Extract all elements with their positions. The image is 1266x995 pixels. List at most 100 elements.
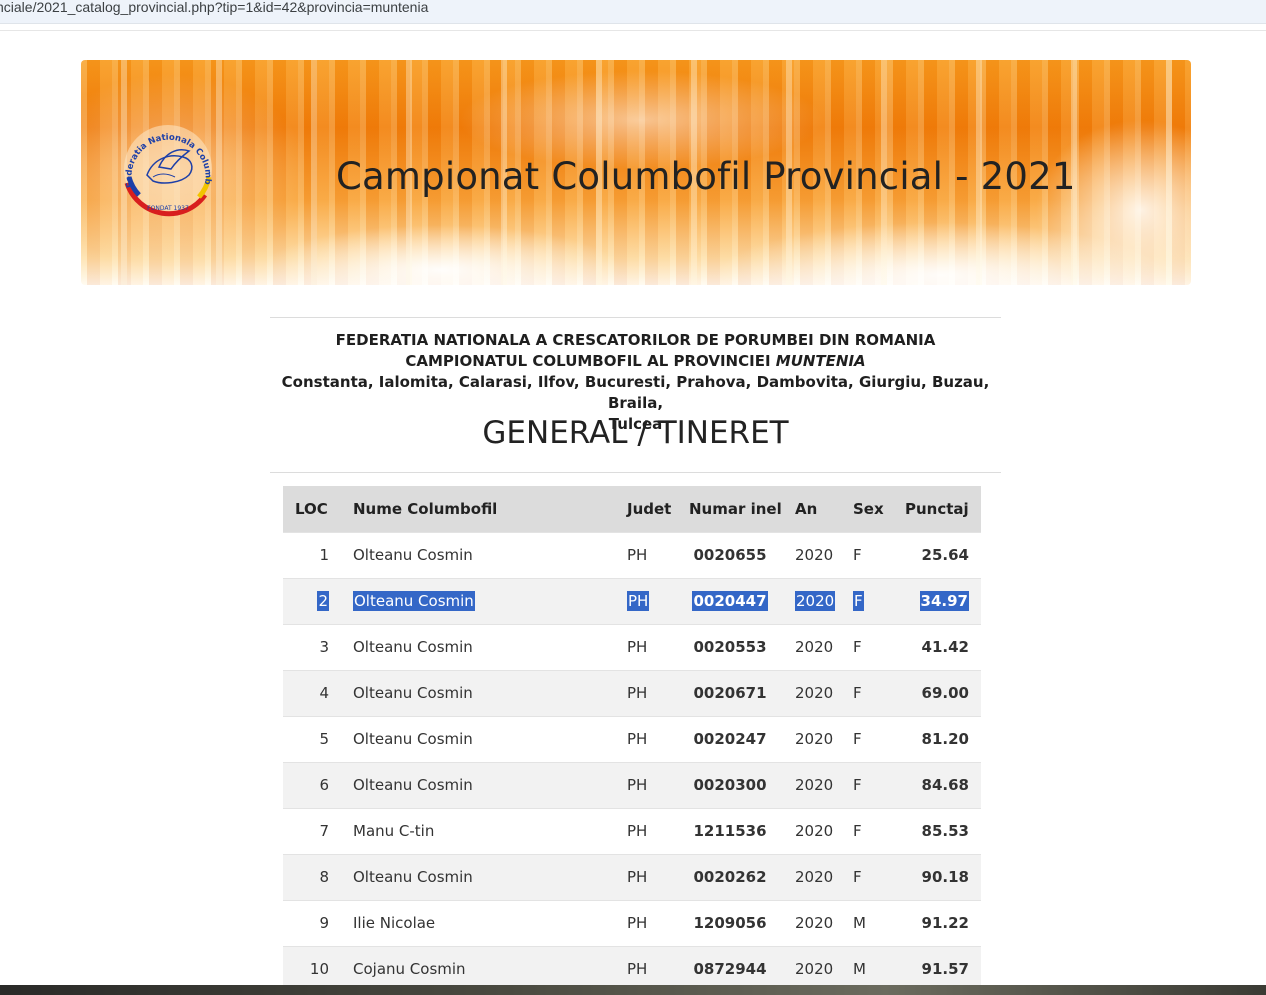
cell-sex: M — [841, 899, 893, 946]
cell-loc: 8 — [283, 853, 341, 900]
cell-nume: Olteanu Cosmin — [341, 577, 615, 624]
cell-nume: Olteanu Cosmin — [341, 623, 615, 670]
cell-judet: PH — [615, 669, 677, 716]
cell-an: 2020 — [783, 715, 841, 762]
selected-judet: PH — [627, 591, 650, 611]
table-header-row: LOC Nume Columbofil Judet Numar inel An … — [283, 486, 981, 532]
selected-loc: 2 — [317, 591, 329, 611]
table-row: 9 Ilie Nicolae PH 1209056 2020 M 91.22 — [283, 899, 981, 946]
selected-sex: F — [853, 591, 864, 611]
top-divider — [0, 30, 1266, 31]
province-name: MUNTENIA — [775, 352, 866, 370]
header-divider-top — [270, 317, 1001, 318]
cell-an: 2020 — [783, 853, 841, 900]
cell-inel: 0020655 — [677, 531, 783, 578]
col-punctaj[interactable]: Punctaj — [893, 486, 981, 532]
header-banner: Federatia Nationala Columbofila din Roma… — [81, 60, 1191, 285]
col-judet[interactable]: Judet — [615, 486, 677, 532]
col-sex[interactable]: Sex — [841, 486, 893, 532]
table-row: 1 Olteanu Cosmin PH 0020655 2020 F 25.64 — [283, 531, 981, 578]
cell-inel: 0020300 — [677, 761, 783, 808]
banner-title: Campionat Columbofil Provincial - 2021 — [336, 155, 1076, 198]
cell-sex: F — [841, 807, 893, 854]
cell-loc: 7 — [283, 807, 341, 854]
cell-punctaj: 41.42 — [893, 623, 981, 670]
cell-inel: 0020262 — [677, 853, 783, 900]
cell-nume: Ilie Nicolae — [341, 899, 615, 946]
table-row: 6 Olteanu Cosmin PH 0020300 2020 F 84.68 — [283, 761, 981, 808]
address-bar[interactable]: nciale/2021_catalog_provincial.php?tip=1… — [0, 0, 1266, 24]
counties-list: Constanta, Ialomita, Calarasi, Ilfov, Bu… — [281, 373, 990, 412]
cell-punctaj: 90.18 — [893, 853, 981, 900]
cell-an: 2020 — [783, 577, 841, 624]
cell-inel: 0020671 — [677, 669, 783, 716]
cell-loc: 5 — [283, 715, 341, 762]
cell-an: 2020 — [783, 623, 841, 670]
cell-nume: Olteanu Cosmin — [341, 669, 615, 716]
cell-loc: 3 — [283, 623, 341, 670]
cell-inel: 1209056 — [677, 899, 783, 946]
table-row: 4 Olteanu Cosmin PH 0020671 2020 F 69.00 — [283, 669, 981, 716]
cell-judet: PH — [615, 623, 677, 670]
table-row: 3 Olteanu Cosmin PH 0020553 2020 F 41.42 — [283, 623, 981, 670]
cell-punctaj: 91.22 — [893, 899, 981, 946]
col-nume[interactable]: Nume Columbofil — [341, 486, 615, 532]
cell-punctaj: 81.20 — [893, 715, 981, 762]
cell-sex: F — [841, 715, 893, 762]
results-body: 1 Olteanu Cosmin PH 0020655 2020 F 25.64… — [283, 531, 981, 992]
table-row: 7 Manu C-tin PH 1211536 2020 F 85.53 — [283, 807, 981, 854]
selected-punctaj: 34.97 — [919, 591, 969, 611]
cell-loc: 2 — [283, 577, 341, 624]
cell-an: 2020 — [783, 669, 841, 716]
cell-judet: PH — [615, 761, 677, 808]
championship-prefix: CAMPIONATUL COLUMBOFIL AL PROVINCIEI — [405, 352, 776, 370]
cell-punctaj: 85.53 — [893, 807, 981, 854]
taskbar-edge — [0, 985, 1266, 995]
logo-founded-text: FONDAT 1937 — [147, 205, 189, 212]
table-row: 5 Olteanu Cosmin PH 0020247 2020 F 81.20 — [283, 715, 981, 762]
category-title: GENERAL / TINERET — [482, 415, 789, 451]
federation-name: FEDERATIA NATIONALA A CRESCATORILOR DE P… — [335, 331, 936, 349]
cell-loc: 6 — [283, 761, 341, 808]
cell-sex: F — [841, 577, 893, 624]
cell-judet: PH — [615, 853, 677, 900]
cell-inel: 0020247 — [677, 715, 783, 762]
cell-loc: 1 — [283, 531, 341, 578]
selected-an: 2020 — [795, 591, 836, 611]
cell-an: 2020 — [783, 807, 841, 854]
cell-punctaj: 25.64 — [893, 531, 981, 578]
cell-sex: F — [841, 853, 893, 900]
header-divider-bottom — [270, 472, 1001, 473]
federation-logo-icon: Federatia Nationala Columbofila din Roma… — [119, 117, 213, 217]
cell-punctaj: 34.97 — [893, 577, 981, 624]
cell-judet: PH — [615, 577, 677, 624]
cell-loc: 9 — [283, 899, 341, 946]
cell-judet: PH — [615, 531, 677, 578]
selected-nume: Olteanu Cosmin — [353, 591, 475, 611]
cell-sex: F — [841, 669, 893, 716]
cell-sex: F — [841, 531, 893, 578]
url-text: nciale/2021_catalog_provincial.php?tip=1… — [0, 0, 429, 15]
cell-loc: 4 — [283, 669, 341, 716]
results-table: LOC Nume Columbofil Judet Numar inel An … — [283, 486, 981, 992]
cell-nume: Olteanu Cosmin — [341, 531, 615, 578]
col-an[interactable]: An — [783, 486, 841, 532]
cell-nume: Olteanu Cosmin — [341, 715, 615, 762]
cell-an: 2020 — [783, 531, 841, 578]
selected-inel: 0020447 — [692, 591, 768, 611]
cell-sex: F — [841, 623, 893, 670]
cell-inel: 0020553 — [677, 623, 783, 670]
cell-inel: 0020447 — [677, 577, 783, 624]
col-numar-inel[interactable]: Numar inel — [677, 486, 783, 532]
cell-judet: PH — [615, 715, 677, 762]
col-loc[interactable]: LOC — [283, 486, 341, 532]
cell-punctaj: 84.68 — [893, 761, 981, 808]
table-row-selected: 2 Olteanu Cosmin PH 0020447 2020 F 34.97 — [283, 577, 981, 624]
cell-nume: Olteanu Cosmin — [341, 853, 615, 900]
cell-inel: 1211536 — [677, 807, 783, 854]
cell-nume: Manu C-tin — [341, 807, 615, 854]
cell-sex: F — [841, 761, 893, 808]
cell-punctaj: 69.00 — [893, 669, 981, 716]
cell-judet: PH — [615, 899, 677, 946]
cell-an: 2020 — [783, 899, 841, 946]
